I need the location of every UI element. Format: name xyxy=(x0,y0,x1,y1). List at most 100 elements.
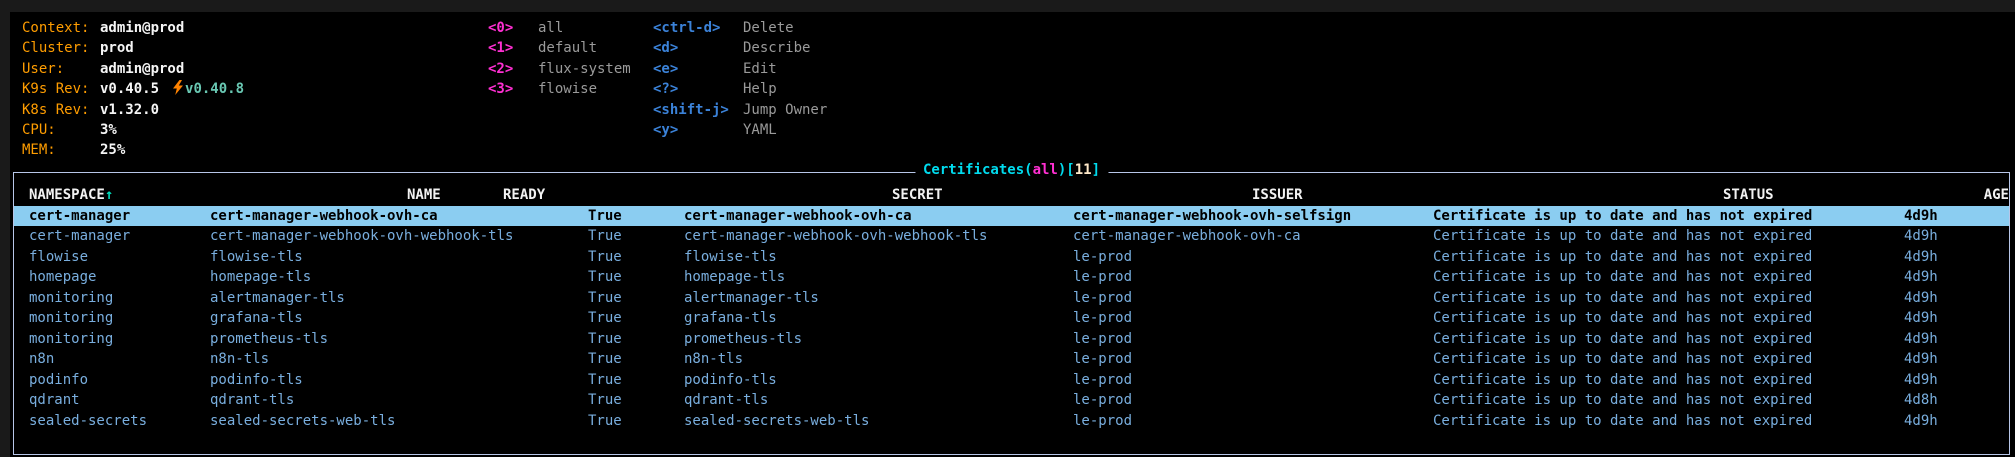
cell-ready: True xyxy=(588,390,684,411)
cluster-info-label: Context: xyxy=(22,18,100,38)
item-count: 11 xyxy=(1075,162,1092,178)
cell-secret: cert-manager-webhook-ovh-ca xyxy=(684,206,1073,227)
cell-status: Certificate is up to date and has not ex… xyxy=(1433,370,1904,391)
hotkey-label: flowise xyxy=(538,81,597,97)
cell-age: 4d9h xyxy=(1904,288,2009,309)
namespace-hotkey-item[interactable]: <0>all xyxy=(488,18,631,38)
cell-status: Certificate is up to date and has not ex… xyxy=(1433,329,1904,350)
namespace-filter: all xyxy=(1033,162,1058,178)
cell-name: n8n-tls xyxy=(210,349,588,370)
hotkey-key: <ctrl-d> xyxy=(653,18,743,38)
cell-ready: True xyxy=(588,349,684,370)
cell-issuer: le-prod xyxy=(1073,329,1433,350)
table-header: NAMESPACE↑NAMEREADYSECRETISSUERSTATUSAGE xyxy=(14,185,2009,206)
cell-namespace: podinfo xyxy=(29,370,210,391)
cell-age: 4d9h xyxy=(1904,349,2009,370)
cell-name: prometheus-tls xyxy=(210,329,588,350)
cell-age: 4d9h xyxy=(1904,267,2009,288)
command-hotkey-item[interactable]: <e>Edit xyxy=(653,59,827,79)
cell-namespace: cert-manager xyxy=(29,226,210,247)
cell-secret: cert-manager-webhook-ovh-webhook-tls xyxy=(684,226,1073,247)
cell-ready: True xyxy=(588,226,684,247)
cell-ready: True xyxy=(588,308,684,329)
cell-secret: grafana-tls xyxy=(684,308,1073,329)
table-row[interactable]: monitoring alertmanager-tls True alertma… xyxy=(14,288,2009,309)
command-hotkeys: <ctrl-d>Delete <d>Describe <e>Edit <?>He… xyxy=(653,18,827,140)
table-row[interactable]: flowise flowise-tls True flowise-tls le-… xyxy=(14,247,2009,268)
cluster-info-line: Context:admin@prod xyxy=(22,18,244,38)
cluster-info-value: 3% xyxy=(100,122,117,138)
k9s-terminal: Context:admin@prod Cluster:prod User:adm… xyxy=(10,12,2015,457)
column-header: SECRET xyxy=(892,185,1252,206)
cell-issuer: le-prod xyxy=(1073,390,1433,411)
cell-age: 4d8h xyxy=(1904,390,2009,411)
cluster-info-value: v0.40.5 xyxy=(100,81,159,97)
command-hotkey-item[interactable]: <?>Help xyxy=(653,79,827,99)
cell-namespace: monitoring xyxy=(29,329,210,350)
hotkey-label: all xyxy=(538,20,563,36)
cluster-info-label: CPU: xyxy=(22,120,100,140)
table-row[interactable]: n8n n8n-tls True n8n-tls le-prod Certifi… xyxy=(14,349,2009,370)
hotkey-key: <0> xyxy=(488,18,538,38)
column-label: STATUS xyxy=(1723,187,1774,203)
view-title: Certificates(all)[11] xyxy=(915,162,1108,178)
cell-namespace: qdrant xyxy=(29,390,210,411)
cell-namespace: cert-manager xyxy=(29,206,210,227)
cell-secret: n8n-tls xyxy=(684,349,1073,370)
cell-age: 4d9h xyxy=(1904,226,2009,247)
cell-secret: qdrant-tls xyxy=(684,390,1073,411)
table-row[interactable]: homepage homepage-tls True homepage-tls … xyxy=(14,267,2009,288)
cluster-info-value: 25% xyxy=(100,142,125,158)
table-row[interactable]: podinfo podinfo-tls True podinfo-tls le-… xyxy=(14,370,2009,391)
command-hotkey-item[interactable]: <y>YAML xyxy=(653,120,827,140)
cell-name: homepage-tls xyxy=(210,267,588,288)
hotkey-key: <y> xyxy=(653,120,743,140)
cell-age: 4d9h xyxy=(1904,247,2009,268)
hotkey-label: default xyxy=(538,40,597,56)
table-row[interactable]: monitoring grafana-tls True grafana-tls … xyxy=(14,308,2009,329)
column-label: AGE xyxy=(1984,187,2009,203)
cluster-info-line: K8s Rev:v1.32.0 xyxy=(22,100,244,120)
table-row[interactable]: qdrant qdrant-tls True qdrant-tls le-pro… xyxy=(14,390,2009,411)
cell-namespace: monitoring xyxy=(29,308,210,329)
cell-secret: prometheus-tls xyxy=(684,329,1073,350)
cell-status: Certificate is up to date and has not ex… xyxy=(1433,411,1904,432)
cell-secret: flowise-tls xyxy=(684,247,1073,268)
hotkey-label: Delete xyxy=(743,20,794,36)
cell-status: Certificate is up to date and has not ex… xyxy=(1433,206,1904,227)
column-header: ISSUER xyxy=(1252,185,1723,206)
resource-name: Certificates( xyxy=(923,162,1033,178)
cluster-info-label: K9s Rev: xyxy=(22,79,100,99)
column-label: NAMESPACE xyxy=(29,187,105,203)
table-row[interactable]: cert-manager cert-manager-webhook-ovh-we… xyxy=(14,226,2009,247)
column-label: ISSUER xyxy=(1252,187,1303,203)
certificates-view: Certificates(all)[11] NAMESPACE↑NAMEREAD… xyxy=(13,172,2010,455)
namespace-hotkey-item[interactable]: <3>flowise xyxy=(488,79,631,99)
namespace-hotkey-item[interactable]: <2>flux-system xyxy=(488,59,631,79)
cell-namespace: n8n xyxy=(29,349,210,370)
cluster-info-value: prod xyxy=(100,40,134,56)
column-label: SECRET xyxy=(892,187,943,203)
cell-ready: True xyxy=(588,206,684,227)
cell-name: alertmanager-tls xyxy=(210,288,588,309)
table-row[interactable]: cert-manager cert-manager-webhook-ovh-ca… xyxy=(14,206,2009,227)
hotkey-label: flux-system xyxy=(538,61,631,77)
command-hotkey-item[interactable]: <ctrl-d>Delete xyxy=(653,18,827,38)
cluster-info-line: K9s Rev:v0.40.5 v0.40.8 xyxy=(22,79,244,99)
table-row[interactable]: monitoring prometheus-tls True prometheu… xyxy=(14,329,2009,350)
table-row[interactable]: sealed-secrets sealed-secrets-web-tls Tr… xyxy=(14,411,2009,432)
command-hotkey-item[interactable]: <shift-j>Jump Owner xyxy=(653,100,827,120)
cell-issuer: cert-manager-webhook-ovh-selfsign xyxy=(1073,206,1433,227)
namespace-hotkey-item[interactable]: <1>default xyxy=(488,38,631,58)
cell-ready: True xyxy=(588,411,684,432)
title-bracket: ] xyxy=(1092,162,1100,178)
cell-ready: True xyxy=(588,267,684,288)
cluster-info-line: CPU:3% xyxy=(22,120,244,140)
cell-age: 4d9h xyxy=(1904,308,2009,329)
upgrade-version: v0.40.8 xyxy=(185,81,244,97)
cell-name: grafana-tls xyxy=(210,308,588,329)
column-header: NAME xyxy=(407,185,503,206)
cluster-info-value: admin@prod xyxy=(100,61,184,77)
command-hotkey-item[interactable]: <d>Describe xyxy=(653,38,827,58)
cluster-info-label: Cluster: xyxy=(22,38,100,58)
